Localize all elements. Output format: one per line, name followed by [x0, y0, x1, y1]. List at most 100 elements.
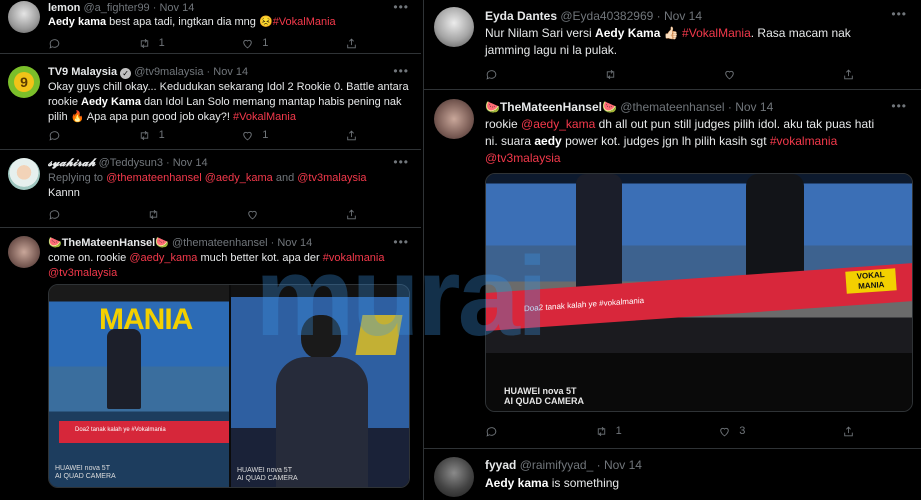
mention[interactable]: @aedy_kama	[521, 117, 595, 131]
tweet-text: rookie @aedy_kama dh all out pun still j…	[485, 116, 915, 167]
tweet-syahirah[interactable]: 𝓼𝔂𝓪𝓱𝓲𝓻𝓪𝓱 @Teddysun3 · Nov 14 ••• Replyin…	[0, 150, 421, 228]
like-button[interactable]: 3	[718, 425, 745, 438]
author-name[interactable]: TV9 Malaysia	[48, 66, 117, 78]
avatar[interactable]	[434, 99, 474, 139]
camera-label: AI QUAD CAMERA	[237, 475, 298, 482]
author-handle[interactable]: @Eyda40382969	[560, 9, 653, 23]
mention[interactable]: @tv3malaysia	[48, 267, 117, 279]
avatar[interactable]	[8, 1, 40, 33]
tweet-media[interactable]: MANIA Doa2 tanak kalah ye #Vokalmania HU…	[48, 284, 410, 488]
media-photo[interactable]: HUAWEI nova 5T AI QUAD CAMERA	[231, 285, 409, 487]
more-icon[interactable]: •••	[891, 7, 907, 21]
author-handle[interactable]: @tv9malaysia	[134, 66, 203, 78]
like-button[interactable]	[723, 68, 736, 81]
share-icon	[844, 426, 853, 436]
hashtag[interactable]: #VokalMania	[682, 26, 751, 40]
tweet-date[interactable]: Nov 14	[735, 100, 773, 114]
retweet-button[interactable]: 1	[138, 129, 165, 142]
tweet-fyyad[interactable]: fyyad @raimifyyad_ · Nov 14 Aedy kama is…	[424, 449, 921, 500]
media-photo[interactable]: Doa2 tanak kalah ye #vokalmania VOKAL MA…	[486, 174, 912, 411]
tweet-text: Okay guys chill okay... Kedudukan sekara…	[48, 80, 413, 125]
more-icon[interactable]: •••	[393, 64, 409, 78]
author-name[interactable]: Eyda Dantes	[485, 9, 557, 23]
tweet-mateen-2[interactable]: 🍉TheMateenHansel🍉 @themateenhansel · Nov…	[424, 90, 921, 449]
camera-stamp: HUAWEI nova 5T AI QUAD CAMERA	[237, 467, 298, 483]
reply-button[interactable]	[485, 68, 498, 81]
performer-figure	[107, 329, 141, 409]
avatar[interactable]	[434, 7, 474, 47]
share-button[interactable]	[345, 208, 358, 221]
author-handle[interactable]: @raimifyyad_	[520, 458, 594, 472]
retweet-button[interactable]: 1	[138, 37, 165, 50]
mention-name: Aedy kama	[48, 16, 107, 28]
media-photo[interactable]: MANIA Doa2 tanak kalah ye #Vokalmania HU…	[49, 285, 229, 487]
like-icon	[248, 210, 257, 219]
tweet-media[interactable]: Doa2 tanak kalah ye #vokalmania VOKAL MA…	[485, 173, 913, 412]
author-handle[interactable]: @themateenhansel	[620, 100, 724, 114]
emoji: 🍉	[48, 237, 62, 249]
tweet-tv9[interactable]: 9 TV9 Malaysia ✓ @tv9malaysia · Nov 14 •…	[0, 54, 421, 150]
avatar[interactable]	[434, 457, 474, 497]
tweet-actions	[485, 67, 855, 81]
author-name[interactable]: TheMateenHansel	[62, 237, 156, 249]
tweet-body: best apa tadi, ingtkan dia mng	[109, 16, 256, 28]
like-icon	[725, 70, 734, 79]
more-icon[interactable]: •••	[891, 99, 907, 113]
tweet-actions: 1 1	[48, 36, 358, 50]
retweet-button[interactable]	[604, 68, 617, 81]
avatar[interactable]	[8, 158, 40, 190]
share-button[interactable]	[345, 37, 358, 50]
tweet-date[interactable]: Nov 14	[664, 9, 702, 23]
tweet-eyda[interactable]: Eyda Dantes @Eyda40382969 · Nov 14 ••• N…	[424, 0, 921, 90]
reply-mention[interactable]: @aedy_kama	[205, 172, 273, 184]
reply-button[interactable]	[48, 129, 61, 142]
hashtag[interactable]: #vokalmania	[323, 252, 385, 264]
more-icon[interactable]: •••	[393, 0, 409, 14]
retweet-button[interactable]: 1	[595, 425, 622, 438]
reply-button[interactable]	[485, 425, 498, 438]
tweet-date[interactable]: Nov 14	[173, 157, 208, 169]
avatar[interactable]	[8, 236, 40, 268]
author-handle[interactable]: @thematееnhansel	[172, 237, 268, 249]
tweet-date[interactable]: Nov 14	[159, 2, 194, 14]
reply-button[interactable]	[48, 208, 61, 221]
mention-name: aedy	[534, 134, 562, 148]
share-button[interactable]	[842, 68, 855, 81]
like-button[interactable]: 1	[241, 129, 268, 142]
hashtag[interactable]: #vokalmania	[770, 134, 837, 148]
tweet-lemon[interactable]: lemon @a_fighter99 · Nov 14 ••• Aedy kam…	[0, 0, 421, 54]
share-button[interactable]	[842, 425, 855, 438]
reply-button[interactable]	[48, 37, 61, 50]
tweet-date[interactable]: Nov 14	[213, 66, 248, 78]
tweet-date[interactable]: Nov 14	[604, 458, 642, 472]
tweet-mateen-1[interactable]: 🍉TheMateenHansel🍉 @thematееnhansel · Nov…	[0, 228, 421, 500]
more-icon[interactable]: •••	[393, 235, 409, 249]
author-name[interactable]: lemon	[48, 2, 80, 14]
reply-mention[interactable]: @themateenhansel	[106, 172, 202, 184]
reply-mention[interactable]: @tv3malaysia	[297, 172, 366, 184]
author-handle[interactable]: @Teddysun3	[99, 157, 163, 169]
author-name[interactable]: TheMateenHansel	[500, 100, 602, 114]
like-button[interactable]: 1	[241, 37, 268, 50]
author-name[interactable]: fyyad	[485, 458, 516, 472]
avatar[interactable]: 9	[8, 66, 40, 98]
hashtag[interactable]: #VokalMania	[233, 111, 296, 123]
right-timeline: Eyda Dantes @Eyda40382969 · Nov 14 ••• N…	[423, 0, 921, 500]
mention[interactable]: @aedy_kama	[129, 252, 197, 264]
like-button[interactable]	[246, 208, 259, 221]
hashtag[interactable]: #VokalMania	[273, 16, 336, 28]
tweet-date[interactable]: Nov 14	[277, 237, 312, 249]
author-handle[interactable]: @a_fighter99	[83, 2, 149, 14]
camera-model: HUAWEI nova 5T	[237, 467, 292, 474]
retweet-button[interactable]	[147, 208, 160, 221]
mention-name: Aedy Kama	[81, 96, 141, 108]
author-name[interactable]: 𝓼𝔂𝓪𝓱𝓲𝓻𝓪𝓱	[48, 156, 96, 169]
mention[interactable]: @tv3malaysia	[485, 151, 561, 165]
more-icon[interactable]: •••	[393, 155, 409, 169]
emoji: 😣	[258, 16, 273, 28]
reply-context: Replying to @themateenhansel @aedy_kama …	[48, 171, 367, 186]
performer-figure	[576, 174, 622, 292]
share-icon	[347, 209, 356, 219]
share-button[interactable]	[345, 129, 358, 142]
replying-label: Replying to	[48, 172, 104, 184]
